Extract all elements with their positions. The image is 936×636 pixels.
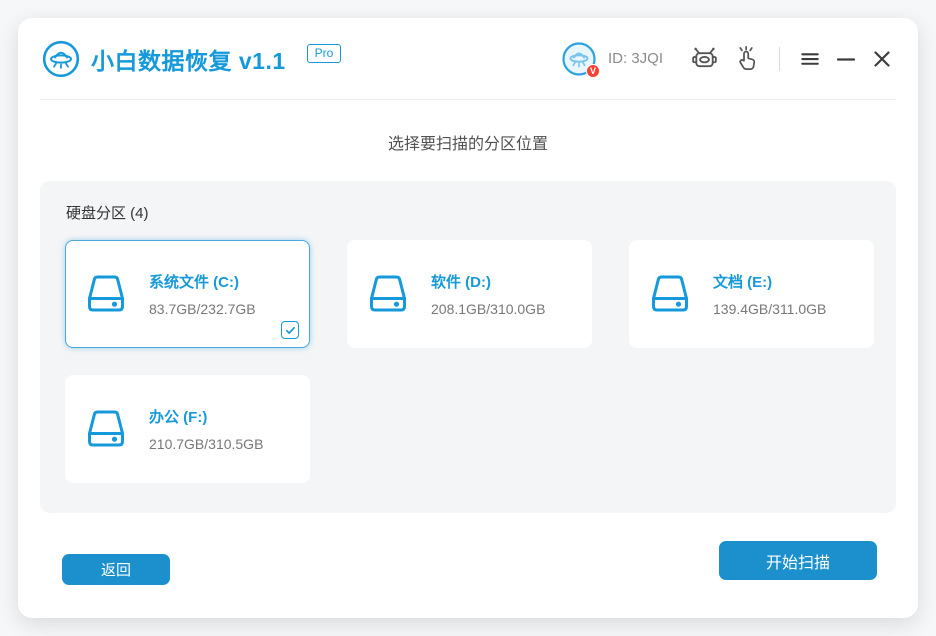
drive-checkbox[interactable] [281, 321, 299, 339]
hard-drive-icon [83, 406, 129, 452]
drive-size: 210.7GB/310.5GB [149, 436, 263, 452]
menu-button[interactable] [796, 45, 824, 73]
app-title: 小白数据恢复 v1.1 [91, 42, 286, 76]
footer-bar: 返回 开始扫描 [18, 513, 918, 585]
drive-size: 208.1GB/310.0GB [431, 301, 545, 317]
drive-card[interactable]: 软件 (D:) 208.1GB/310.0GB [347, 240, 592, 348]
drive-info: 软件 (D:) 208.1GB/310.0GB [431, 271, 545, 317]
partition-panel: 硬盘分区 (4) 系统文件 (C:) 83.7GB/232.7GB [40, 181, 896, 513]
partition-panel-title: 硬盘分区 (4) [65, 202, 871, 223]
user-id: ID: 3JQI [608, 50, 663, 67]
drive-info: 文档 (E:) 139.4GB/311.0GB [713, 271, 826, 317]
drive-info: 办公 (F:) 210.7GB/310.5GB [149, 406, 263, 452]
title-bar: 小白数据恢复 v1.1 Pro V ID: 3JQI [40, 18, 896, 100]
header-actions: V ID: 3JQI [562, 42, 896, 76]
close-button[interactable] [868, 45, 896, 73]
user-avatar[interactable]: V [562, 42, 596, 76]
pro-badge: Pro [307, 44, 342, 63]
app-logo-group: 小白数据恢复 v1.1 Pro [40, 40, 341, 78]
hand-click-icon[interactable] [731, 44, 761, 74]
start-scan-button[interactable]: 开始扫描 [719, 541, 877, 580]
header-divider [779, 47, 780, 71]
app-window: 小白数据恢复 v1.1 Pro V ID: 3JQI [18, 18, 918, 618]
drive-name: 办公 (F:) [149, 406, 263, 427]
back-button[interactable]: 返回 [62, 554, 170, 585]
drive-card[interactable]: 办公 (F:) 210.7GB/310.5GB [65, 375, 310, 483]
hard-drive-icon [365, 271, 411, 317]
drive-card[interactable]: 文档 (E:) 139.4GB/311.0GB [629, 240, 874, 348]
drive-card[interactable]: 系统文件 (C:) 83.7GB/232.7GB [65, 240, 310, 348]
drive-name: 文档 (E:) [713, 271, 826, 292]
drive-size: 83.7GB/232.7GB [149, 301, 256, 317]
robot-assistant-icon[interactable] [689, 44, 719, 74]
drive-name: 软件 (D:) [431, 271, 545, 292]
vip-badge: V [586, 64, 600, 78]
app-logo-ufo-icon [42, 40, 80, 78]
page-title: 选择要扫描的分区位置 [18, 130, 918, 154]
drive-size: 139.4GB/311.0GB [713, 301, 826, 317]
drive-info: 系统文件 (C:) 83.7GB/232.7GB [149, 271, 256, 317]
minimize-button[interactable] [832, 45, 860, 73]
drive-name: 系统文件 (C:) [149, 271, 256, 292]
hard-drive-icon [647, 271, 693, 317]
hard-drive-icon [83, 271, 129, 317]
drive-grid: 系统文件 (C:) 83.7GB/232.7GB 软件 (D:) 208.1GB… [65, 240, 871, 483]
